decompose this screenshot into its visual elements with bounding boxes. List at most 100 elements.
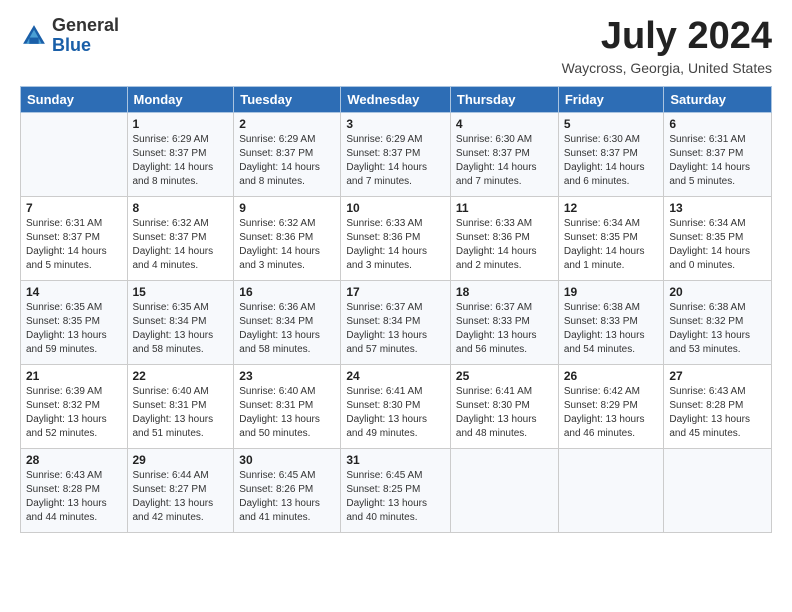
calendar-week-row: 14Sunrise: 6:35 AMSunset: 8:35 PMDayligh… [21, 280, 772, 364]
day-detail: Sunrise: 6:34 AMSunset: 8:35 PMDaylight:… [669, 217, 766, 273]
calendar-week-row: 21Sunrise: 6:39 AMSunset: 8:32 PMDayligh… [21, 364, 772, 448]
calendar-week-row: 1 Sunrise: 6:29 AMSunset: 8:37 PMDaylight… [21, 112, 772, 196]
col-saturday: Saturday [664, 86, 772, 112]
day-number: 20 [669, 285, 766, 299]
day-detail: Sunrise: 6:31 AMSunset: 8:37 PMDaylight:… [669, 133, 766, 189]
day-number: 29 [133, 453, 229, 467]
day-detail: Sunrise: 6:33 AMSunset: 8:36 PMDaylight:… [456, 217, 553, 273]
logo-blue: Blue [52, 35, 91, 55]
logo-icon [20, 22, 48, 50]
day-number: 18 [456, 285, 553, 299]
table-row: 30Sunrise: 6:45 AMSunset: 8:26 PMDayligh… [234, 448, 341, 532]
table-row: 14Sunrise: 6:35 AMSunset: 8:35 PMDayligh… [21, 280, 128, 364]
day-detail: Sunrise: 6:36 AMSunset: 8:34 PMDaylight:… [239, 301, 335, 357]
col-monday: Monday [127, 86, 234, 112]
day-detail: Sunrise: 6:32 AMSunset: 8:37 PMDaylight:… [133, 217, 229, 273]
logo: General Blue [20, 16, 119, 56]
table-row [450, 448, 558, 532]
day-detail: Sunrise: 6:29 AMSunset: 8:37 PMDaylight:… [133, 133, 229, 189]
day-number: 26 [564, 369, 659, 383]
day-number: 15 [133, 285, 229, 299]
day-detail: Sunrise: 6:37 AMSunset: 8:33 PMDaylight:… [456, 301, 553, 357]
table-row: 10 Sunrise: 6:33 AMSunset: 8:36 PMDayligh… [341, 196, 451, 280]
logo-general: General [52, 15, 119, 35]
table-row: 27Sunrise: 6:43 AMSunset: 8:28 PMDayligh… [664, 364, 772, 448]
day-number: 30 [239, 453, 335, 467]
day-detail: Sunrise: 6:29 AMSunset: 8:37 PMDaylight:… [346, 133, 445, 189]
day-number: 3 [346, 117, 445, 131]
header: General Blue July 2024 Waycross, Georgia… [20, 16, 772, 76]
day-detail: Sunrise: 6:43 AMSunset: 8:28 PMDaylight:… [669, 385, 766, 441]
day-detail: Sunrise: 6:43 AMSunset: 8:28 PMDaylight:… [26, 469, 122, 525]
calendar-week-row: 7 Sunrise: 6:31 AMSunset: 8:37 PMDaylight… [21, 196, 772, 280]
table-row: 29 Sunrise: 6:44 AMSunset: 8:27 PMDayligh… [127, 448, 234, 532]
table-row: 17Sunrise: 6:37 AMSunset: 8:34 PMDayligh… [341, 280, 451, 364]
table-row: 3 Sunrise: 6:29 AMSunset: 8:37 PMDaylight… [341, 112, 451, 196]
table-row: 11 Sunrise: 6:33 AMSunset: 8:36 PMDayligh… [450, 196, 558, 280]
day-detail: Sunrise: 6:35 AMSunset: 8:34 PMDaylight:… [133, 301, 229, 357]
day-number: 13 [669, 201, 766, 215]
day-detail: Sunrise: 6:44 AMSunset: 8:27 PMDaylight:… [133, 469, 229, 525]
day-detail: Sunrise: 6:40 AMSunset: 8:31 PMDaylight:… [133, 385, 229, 441]
table-row: 12 Sunrise: 6:34 AMSunset: 8:35 PMDayligh… [558, 196, 664, 280]
day-number: 6 [669, 117, 766, 131]
day-detail: Sunrise: 6:41 AMSunset: 8:30 PMDaylight:… [456, 385, 553, 441]
table-row: 5 Sunrise: 6:30 AMSunset: 8:37 PMDaylight… [558, 112, 664, 196]
table-row: 1 Sunrise: 6:29 AMSunset: 8:37 PMDaylight… [127, 112, 234, 196]
day-number: 12 [564, 201, 659, 215]
day-detail: Sunrise: 6:29 AMSunset: 8:37 PMDaylight:… [239, 133, 335, 189]
day-number: 5 [564, 117, 659, 131]
day-number: 14 [26, 285, 122, 299]
page: General Blue July 2024 Waycross, Georgia… [0, 0, 792, 612]
table-row: 31 Sunrise: 6:45 AMSunset: 8:25 PMDayligh… [341, 448, 451, 532]
table-row: 21Sunrise: 6:39 AMSunset: 8:32 PMDayligh… [21, 364, 128, 448]
day-detail: Sunrise: 6:45 AMSunset: 8:25 PMDaylight:… [346, 469, 445, 525]
day-number: 11 [456, 201, 553, 215]
day-detail: Sunrise: 6:37 AMSunset: 8:34 PMDaylight:… [346, 301, 445, 357]
col-tuesday: Tuesday [234, 86, 341, 112]
day-number: 10 [346, 201, 445, 215]
day-number: 24 [346, 369, 445, 383]
table-row: 2Sunrise: 6:29 AMSunset: 8:37 PMDaylight… [234, 112, 341, 196]
table-row: 9 Sunrise: 6:32 AMSunset: 8:36 PMDaylight… [234, 196, 341, 280]
day-number: 28 [26, 453, 122, 467]
col-friday: Friday [558, 86, 664, 112]
table-row: 8 Sunrise: 6:32 AMSunset: 8:37 PMDaylight… [127, 196, 234, 280]
table-row: 25Sunrise: 6:41 AMSunset: 8:30 PMDayligh… [450, 364, 558, 448]
day-number: 23 [239, 369, 335, 383]
day-number: 4 [456, 117, 553, 131]
calendar-table: Sunday Monday Tuesday Wednesday Thursday… [20, 86, 772, 533]
logo-text: General Blue [52, 16, 119, 56]
table-row: 7 Sunrise: 6:31 AMSunset: 8:37 PMDaylight… [21, 196, 128, 280]
table-row: 4Sunrise: 6:30 AMSunset: 8:37 PMDaylight… [450, 112, 558, 196]
day-number: 19 [564, 285, 659, 299]
calendar-header-row: Sunday Monday Tuesday Wednesday Thursday… [21, 86, 772, 112]
day-number: 9 [239, 201, 335, 215]
day-detail: Sunrise: 6:38 AMSunset: 8:32 PMDaylight:… [669, 301, 766, 357]
col-wednesday: Wednesday [341, 86, 451, 112]
table-row: 13 Sunrise: 6:34 AMSunset: 8:35 PMDayligh… [664, 196, 772, 280]
day-number: 16 [239, 285, 335, 299]
day-number: 1 [133, 117, 229, 131]
day-detail: Sunrise: 6:41 AMSunset: 8:30 PMDaylight:… [346, 385, 445, 441]
day-detail: Sunrise: 6:38 AMSunset: 8:33 PMDaylight:… [564, 301, 659, 357]
table-row: 26 Sunrise: 6:42 AMSunset: 8:29 PMDayligh… [558, 364, 664, 448]
table-row: 18 Sunrise: 6:37 AMSunset: 8:33 PMDayligh… [450, 280, 558, 364]
col-sunday: Sunday [21, 86, 128, 112]
table-row [21, 112, 128, 196]
day-detail: Sunrise: 6:34 AMSunset: 8:35 PMDaylight:… [564, 217, 659, 273]
table-row: 19 Sunrise: 6:38 AMSunset: 8:33 PMDayligh… [558, 280, 664, 364]
table-row: 24 Sunrise: 6:41 AMSunset: 8:30 PMDayligh… [341, 364, 451, 448]
day-detail: Sunrise: 6:42 AMSunset: 8:29 PMDaylight:… [564, 385, 659, 441]
day-number: 31 [346, 453, 445, 467]
day-number: 7 [26, 201, 122, 215]
month-title: July 2024 [562, 16, 772, 58]
col-thursday: Thursday [450, 86, 558, 112]
day-detail: Sunrise: 6:40 AMSunset: 8:31 PMDaylight:… [239, 385, 335, 441]
day-detail: Sunrise: 6:31 AMSunset: 8:37 PMDaylight:… [26, 217, 122, 273]
day-detail: Sunrise: 6:30 AMSunset: 8:37 PMDaylight:… [564, 133, 659, 189]
day-number: 8 [133, 201, 229, 215]
table-row: 16 Sunrise: 6:36 AMSunset: 8:34 PMDayligh… [234, 280, 341, 364]
day-detail: Sunrise: 6:33 AMSunset: 8:36 PMDaylight:… [346, 217, 445, 273]
day-detail: Sunrise: 6:32 AMSunset: 8:36 PMDaylight:… [239, 217, 335, 273]
